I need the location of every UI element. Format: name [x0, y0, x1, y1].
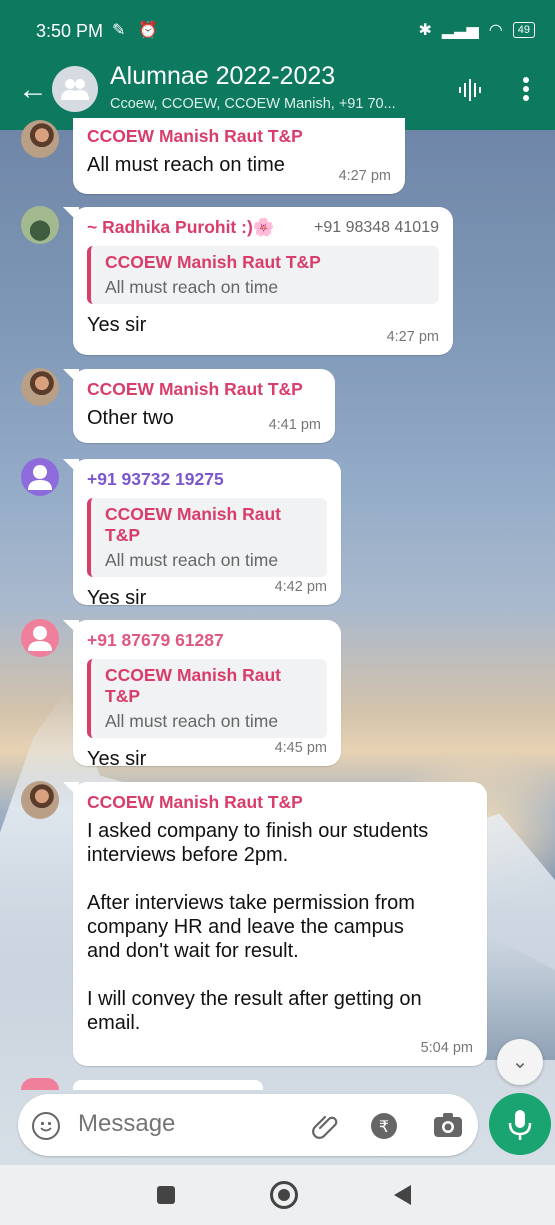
- quoted-text: All must reach on time: [105, 550, 279, 570]
- message-line: [87, 867, 473, 891]
- chat-title[interactable]: Alumnae 2022-2023: [110, 62, 335, 91]
- status-time: 3:50 PM: [36, 21, 104, 41]
- group-avatar-icon[interactable]: [52, 66, 98, 112]
- message-sender: CCOEW Manish Raut T&P: [87, 792, 303, 812]
- more-vert-icon[interactable]: [522, 76, 530, 108]
- chat-participants[interactable]: Ccoew, CCOEW, CCOEW Manish, +91 70...: [110, 96, 396, 112]
- message-time: 4:27 pm: [338, 168, 391, 184]
- sender-avatar[interactable]: [21, 368, 59, 406]
- emoji-icon[interactable]: [32, 1112, 60, 1140]
- recents-button[interactable]: [157, 1186, 175, 1204]
- quoted-text: All must reach on time: [105, 711, 279, 731]
- message-time: 4:27 pm: [386, 329, 439, 345]
- dnd-icon: ✎: [112, 22, 126, 39]
- default-avatar-icon[interactable]: [21, 458, 59, 496]
- message-input[interactable]: Message: [78, 1110, 175, 1138]
- default-avatar-icon[interactable]: [21, 619, 59, 657]
- message-sender: CCOEW Manish Raut T&P: [87, 126, 303, 146]
- next-avatar-peek: [21, 1078, 59, 1090]
- wifi-icon: ◠: [488, 22, 503, 39]
- quoted-sender: CCOEW Manish Raut T&P: [105, 252, 321, 272]
- message-time: 4:45 pm: [274, 740, 327, 756]
- mic-button[interactable]: [489, 1093, 551, 1155]
- message-bubble[interactable]: CCOEW Manish Raut T&P I asked company to…: [63, 782, 487, 1066]
- chat-header: 3:50 PM ✎ ⏰ ✱ ▂▃▅ ◠ 49 ← Alumnae 2022-20…: [0, 0, 555, 130]
- message-time: 5:04 pm: [420, 1040, 473, 1056]
- quoted-message[interactable]: CCOEW Manish Raut T&P All must reach on …: [87, 498, 327, 577]
- message-line: After interviews take permission from: [87, 892, 415, 914]
- quoted-text: All must reach on time: [105, 277, 279, 297]
- message-line: interviews before 2pm.: [87, 844, 289, 866]
- sender-avatar[interactable]: [21, 120, 59, 158]
- message-sender: +91 87679 61287: [87, 630, 224, 650]
- mic-icon: [508, 1110, 532, 1140]
- message-sender: CCOEW Manish Raut T&P: [87, 379, 303, 399]
- camera-icon[interactable]: [433, 1112, 463, 1144]
- message-line: email.: [87, 1012, 141, 1034]
- next-bubble-peek: [73, 1080, 263, 1090]
- message-line: and don't wait for result.: [87, 940, 299, 962]
- attach-icon[interactable]: [312, 1111, 340, 1145]
- message-sender: +91 93732 19275: [87, 469, 224, 489]
- message-sender-row: ~ Radhika Purohit :)🌸 +91 98348 41019: [87, 217, 439, 238]
- message-sender: ~ Radhika Purohit :)🌸: [87, 217, 275, 237]
- voice-call-icon[interactable]: [458, 78, 484, 108]
- home-button[interactable]: [270, 1181, 298, 1209]
- message-bubble[interactable]: CCOEW Manish Raut T&P All must reach on …: [73, 118, 405, 194]
- sender-phone: +91 98348 41019: [313, 218, 439, 236]
- back-button[interactable]: [394, 1185, 411, 1205]
- svg-text:₹: ₹: [379, 1117, 389, 1136]
- back-arrow-icon[interactable]: ←: [18, 75, 48, 105]
- sender-avatar[interactable]: [21, 781, 59, 819]
- system-nav-bar: [0, 1165, 555, 1225]
- bluetooth-icon: ✱: [418, 22, 432, 39]
- message-line: [87, 963, 473, 987]
- sender-avatar[interactable]: [21, 206, 59, 244]
- signal-icon: ▂▃▅: [441, 22, 479, 39]
- scroll-down-icon[interactable]: ⌄: [497, 1039, 543, 1085]
- message-composer[interactable]: Message ₹: [18, 1094, 478, 1156]
- message-bubble[interactable]: +91 93732 19275 CCOEW Manish Raut T&P Al…: [63, 459, 341, 609]
- message-line: I will convey the result after getting o…: [87, 988, 422, 1010]
- message-text: I asked company to finish our students i…: [87, 819, 473, 1035]
- message-bubble[interactable]: ~ Radhika Purohit :)🌸 +91 98348 41019 CC…: [63, 207, 453, 355]
- quoted-sender: CCOEW Manish Raut T&P: [105, 665, 281, 706]
- battery-icon: 49: [512, 22, 535, 38]
- chat-screen: 3:50 PM ✎ ⏰ ✱ ▂▃▅ ◠ 49 ← Alumnae 2022-20…: [0, 0, 555, 1225]
- message-time: 4:42 pm: [274, 579, 327, 595]
- quoted-sender: CCOEW Manish Raut T&P: [105, 504, 281, 545]
- message-time: 4:41 pm: [268, 417, 321, 433]
- rupee-icon[interactable]: ₹: [370, 1112, 398, 1146]
- message-line: I asked company to finish our students: [87, 820, 429, 842]
- quoted-message[interactable]: CCOEW Manish Raut T&P All must reach on …: [87, 246, 439, 304]
- alarm-icon: ⏰: [138, 22, 158, 39]
- status-bar: 3:50 PM ✎ ⏰ ✱ ▂▃▅ ◠ 49: [0, 0, 555, 60]
- message-line: company HR and leave the campus: [87, 916, 404, 938]
- quoted-message[interactable]: CCOEW Manish Raut T&P All must reach on …: [87, 659, 327, 738]
- message-bubble[interactable]: CCOEW Manish Raut T&P Other two 4:41 pm: [63, 369, 335, 443]
- status-right-icons: ✱ ▂▃▅ ◠ 49: [418, 20, 535, 40]
- message-bubble[interactable]: +91 87679 61287 CCOEW Manish Raut T&P Al…: [63, 620, 341, 770]
